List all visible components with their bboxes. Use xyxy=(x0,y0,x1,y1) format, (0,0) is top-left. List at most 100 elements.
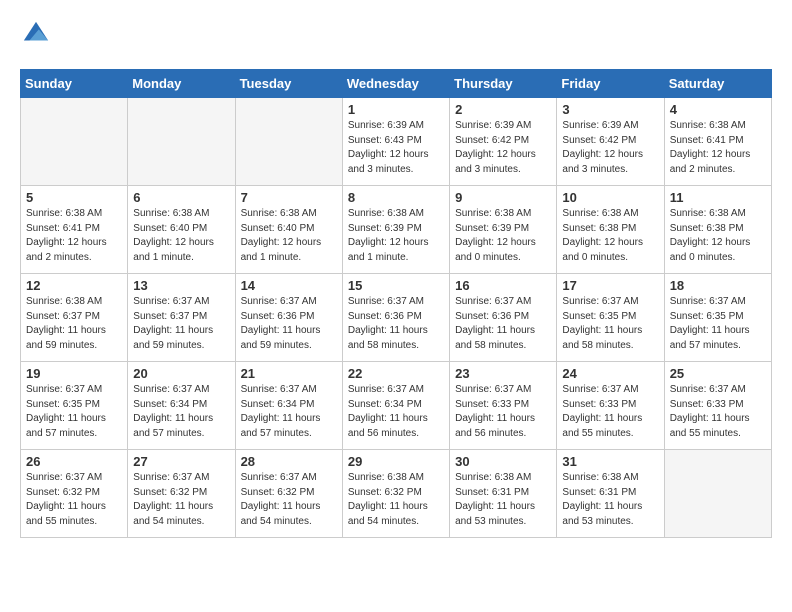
calendar-cell: 8Sunrise: 6:38 AM Sunset: 6:39 PM Daylig… xyxy=(342,186,449,274)
calendar-body: 1Sunrise: 6:39 AM Sunset: 6:43 PM Daylig… xyxy=(21,98,772,538)
cell-info: Sunrise: 6:38 AM Sunset: 6:31 PM Dayligh… xyxy=(562,471,658,529)
calendar-cell: 10 Sunrise: 6:38 AM Sunset: 6:38 PM Dayli… xyxy=(557,186,664,274)
cell-info: Sunrise: 6:38 AM Sunset: 6:39 PM Dayligh… xyxy=(455,207,551,265)
weekday-sunday: Sunday xyxy=(21,70,128,98)
cell-info: Sunrise: 6:38 AM Sunset: 6:38 PM Dayligh… xyxy=(670,207,766,265)
cell-info: Sunrise: 6:38 AM Sunset: 6:37 PM Dayligh… xyxy=(26,295,122,353)
week-row-4: 26 Sunrise: 6:37 AM Sunset: 6:32 PM Dayli… xyxy=(21,450,772,538)
day-number: 3 xyxy=(562,102,658,117)
day-number: 26 xyxy=(26,454,122,469)
calendar-cell: 6 Sunrise: 6:38 AM Sunset: 6:40 PM Daylig… xyxy=(128,186,235,274)
calendar-cell xyxy=(21,98,128,186)
weekday-header: SundayMondayTuesdayWednesdayThursdayFrid… xyxy=(21,70,772,98)
day-number: 18 xyxy=(670,278,766,293)
calendar-cell: 13 Sunrise: 6:37 AM Sunset: 6:37 PM Dayli… xyxy=(128,274,235,362)
day-number: 9 xyxy=(455,190,551,205)
cell-info: Sunrise: 6:38 AM Sunset: 6:38 PM Dayligh… xyxy=(562,207,658,265)
cell-info: Sunrise: 6:37 AM Sunset: 6:33 PM Dayligh… xyxy=(670,383,766,441)
calendar-cell: 22 Sunrise: 6:37 AM Sunset: 6:34 PM Dayli… xyxy=(342,362,449,450)
calendar-cell: 5Sunrise: 6:38 AM Sunset: 6:41 PM Daylig… xyxy=(21,186,128,274)
cell-info: Sunrise: 6:37 AM Sunset: 6:33 PM Dayligh… xyxy=(562,383,658,441)
day-number: 15 xyxy=(348,278,444,293)
day-number: 31 xyxy=(562,454,658,469)
cell-info: Sunrise: 6:38 AM Sunset: 6:39 PM Dayligh… xyxy=(348,207,444,265)
cell-info: Sunrise: 6:38 AM Sunset: 6:41 PM Dayligh… xyxy=(26,207,122,265)
weekday-monday: Monday xyxy=(128,70,235,98)
calendar-cell: 31 Sunrise: 6:38 AM Sunset: 6:31 PM Dayli… xyxy=(557,450,664,538)
calendar-cell: 26 Sunrise: 6:37 AM Sunset: 6:32 PM Dayli… xyxy=(21,450,128,538)
cell-info: Sunrise: 6:37 AM Sunset: 6:34 PM Dayligh… xyxy=(133,383,229,441)
day-number: 6 xyxy=(133,190,229,205)
weekday-saturday: Saturday xyxy=(664,70,771,98)
calendar-cell: 12 Sunrise: 6:38 AM Sunset: 6:37 PM Dayli… xyxy=(21,274,128,362)
day-number: 11 xyxy=(670,190,766,205)
day-number: 21 xyxy=(241,366,337,381)
weekday-friday: Friday xyxy=(557,70,664,98)
cell-info: Sunrise: 6:37 AM Sunset: 6:32 PM Dayligh… xyxy=(26,471,122,529)
day-number: 28 xyxy=(241,454,337,469)
day-number: 24 xyxy=(562,366,658,381)
day-number: 25 xyxy=(670,366,766,381)
day-number: 29 xyxy=(348,454,444,469)
calendar-cell: 7 Sunrise: 6:38 AM Sunset: 6:40 PM Daylig… xyxy=(235,186,342,274)
cell-info: Sunrise: 6:37 AM Sunset: 6:34 PM Dayligh… xyxy=(348,383,444,441)
calendar-cell: 23 Sunrise: 6:37 AM Sunset: 6:33 PM Dayli… xyxy=(450,362,557,450)
cell-info: Sunrise: 6:37 AM Sunset: 6:34 PM Dayligh… xyxy=(241,383,337,441)
weekday-wednesday: Wednesday xyxy=(342,70,449,98)
day-number: 12 xyxy=(26,278,122,293)
cell-info: Sunrise: 6:37 AM Sunset: 6:36 PM Dayligh… xyxy=(455,295,551,353)
cell-info: Sunrise: 6:37 AM Sunset: 6:37 PM Dayligh… xyxy=(133,295,229,353)
calendar-cell: 29 Sunrise: 6:38 AM Sunset: 6:32 PM Dayli… xyxy=(342,450,449,538)
day-number: 7 xyxy=(241,190,337,205)
calendar-cell: 14 Sunrise: 6:37 AM Sunset: 6:36 PM Dayli… xyxy=(235,274,342,362)
day-number: 17 xyxy=(562,278,658,293)
weekday-thursday: Thursday xyxy=(450,70,557,98)
calendar-cell xyxy=(664,450,771,538)
cell-info: Sunrise: 6:37 AM Sunset: 6:35 PM Dayligh… xyxy=(562,295,658,353)
day-number: 13 xyxy=(133,278,229,293)
cell-info: Sunrise: 6:38 AM Sunset: 6:31 PM Dayligh… xyxy=(455,471,551,529)
calendar-cell: 4Sunrise: 6:38 AM Sunset: 6:41 PM Daylig… xyxy=(664,98,771,186)
cell-info: Sunrise: 6:37 AM Sunset: 6:35 PM Dayligh… xyxy=(670,295,766,353)
cell-info: Sunrise: 6:38 AM Sunset: 6:32 PM Dayligh… xyxy=(348,471,444,529)
cell-info: Sunrise: 6:37 AM Sunset: 6:32 PM Dayligh… xyxy=(241,471,337,529)
calendar-cell xyxy=(128,98,235,186)
calendar-cell: 11 Sunrise: 6:38 AM Sunset: 6:38 PM Dayli… xyxy=(664,186,771,274)
calendar-cell: 16Sunrise: 6:37 AM Sunset: 6:36 PM Dayli… xyxy=(450,274,557,362)
cell-info: Sunrise: 6:37 AM Sunset: 6:33 PM Dayligh… xyxy=(455,383,551,441)
calendar-cell: 2Sunrise: 6:39 AM Sunset: 6:42 PM Daylig… xyxy=(450,98,557,186)
calendar-cell: 1Sunrise: 6:39 AM Sunset: 6:43 PM Daylig… xyxy=(342,98,449,186)
calendar-cell: 17 Sunrise: 6:37 AM Sunset: 6:35 PM Dayli… xyxy=(557,274,664,362)
calendar-cell: 15 Sunrise: 6:37 AM Sunset: 6:36 PM Dayli… xyxy=(342,274,449,362)
calendar-cell: 28 Sunrise: 6:37 AM Sunset: 6:32 PM Dayli… xyxy=(235,450,342,538)
cell-info: Sunrise: 6:38 AM Sunset: 6:40 PM Dayligh… xyxy=(133,207,229,265)
cell-info: Sunrise: 6:37 AM Sunset: 6:36 PM Dayligh… xyxy=(348,295,444,353)
cell-info: Sunrise: 6:38 AM Sunset: 6:40 PM Dayligh… xyxy=(241,207,337,265)
cell-info: Sunrise: 6:37 AM Sunset: 6:36 PM Dayligh… xyxy=(241,295,337,353)
cell-info: Sunrise: 6:37 AM Sunset: 6:35 PM Dayligh… xyxy=(26,383,122,441)
calendar-cell: 21 Sunrise: 6:37 AM Sunset: 6:34 PM Dayli… xyxy=(235,362,342,450)
day-number: 4 xyxy=(670,102,766,117)
calendar-table: SundayMondayTuesdayWednesdayThursdayFrid… xyxy=(20,69,772,538)
cell-info: Sunrise: 6:37 AM Sunset: 6:32 PM Dayligh… xyxy=(133,471,229,529)
calendar-cell: 27 Sunrise: 6:37 AM Sunset: 6:32 PM Dayli… xyxy=(128,450,235,538)
calendar-cell: 18 Sunrise: 6:37 AM Sunset: 6:35 PM Dayli… xyxy=(664,274,771,362)
calendar-cell: 3Sunrise: 6:39 AM Sunset: 6:42 PM Daylig… xyxy=(557,98,664,186)
calendar-cell xyxy=(235,98,342,186)
day-number: 30 xyxy=(455,454,551,469)
page-header xyxy=(20,20,772,53)
week-row-3: 19 Sunrise: 6:37 AM Sunset: 6:35 PM Dayli… xyxy=(21,362,772,450)
day-number: 1 xyxy=(348,102,444,117)
calendar-cell: 20Sunrise: 6:37 AM Sunset: 6:34 PM Dayli… xyxy=(128,362,235,450)
day-number: 22 xyxy=(348,366,444,381)
day-number: 23 xyxy=(455,366,551,381)
day-number: 19 xyxy=(26,366,122,381)
day-number: 10 xyxy=(562,190,658,205)
day-number: 27 xyxy=(133,454,229,469)
week-row-2: 12 Sunrise: 6:38 AM Sunset: 6:37 PM Dayli… xyxy=(21,274,772,362)
weekday-tuesday: Tuesday xyxy=(235,70,342,98)
calendar-cell: 25 Sunrise: 6:37 AM Sunset: 6:33 PM Dayli… xyxy=(664,362,771,450)
day-number: 14 xyxy=(241,278,337,293)
calendar-cell: 9 Sunrise: 6:38 AM Sunset: 6:39 PM Daylig… xyxy=(450,186,557,274)
calendar-cell: 19 Sunrise: 6:37 AM Sunset: 6:35 PM Dayli… xyxy=(21,362,128,450)
